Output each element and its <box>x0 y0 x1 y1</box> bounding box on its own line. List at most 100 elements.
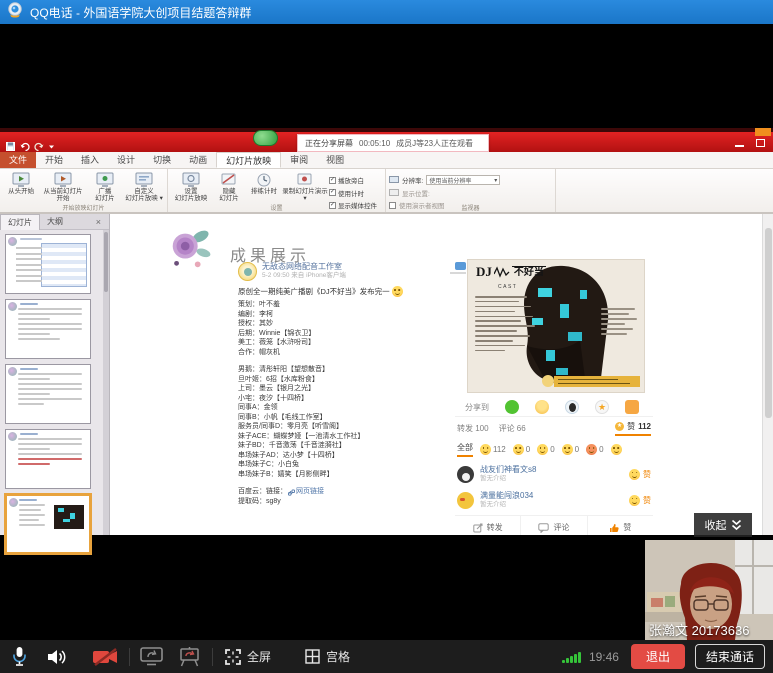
link-icon <box>288 489 295 496</box>
dj-poster-image[interactable]: DJ 不好当 CAST <box>468 260 644 392</box>
qat-dropdown-icon[interactable] <box>48 138 57 147</box>
camera-off-button[interactable] <box>92 647 119 667</box>
record-icon <box>296 172 314 187</box>
save-icon[interactable] <box>6 138 15 147</box>
tab-file[interactable]: 文件 <box>0 152 36 168</box>
slide-thumbnail[interactable] <box>5 429 91 489</box>
reaction-more[interactable] <box>611 444 622 455</box>
fullscreen-button[interactable]: 全屏 <box>225 648 271 665</box>
grid-view-button[interactable]: 宫格 <box>305 648 350 665</box>
wow-emoji-icon <box>537 444 548 455</box>
play-narration-checkbox[interactable]: ✓ 播放旁白 <box>329 175 377 185</box>
tab-design[interactable]: 设计 <box>108 152 144 168</box>
reaction-grin[interactable]: 0 <box>513 444 530 455</box>
exit-button[interactable]: 退出 <box>631 644 685 669</box>
liker-name: 满量能闯浪034 <box>480 491 533 501</box>
reaction-wow[interactable]: 0 <box>537 444 554 455</box>
comment-button[interactable]: 评论 <box>521 516 587 535</box>
from-beginning-button[interactable]: 从头开始 <box>3 172 39 195</box>
grid-icon <box>305 649 320 664</box>
like-button[interactable]: 赞 <box>588 516 653 535</box>
end-call-button[interactable]: 结束通话 <box>695 644 765 669</box>
maximize-button[interactable] <box>756 139 765 147</box>
panel-scrollbar[interactable] <box>103 230 109 535</box>
tab-insert[interactable]: 插入 <box>72 152 108 168</box>
dropdown-caret-icon: ▾ <box>303 195 306 202</box>
slide-thumbnail[interactable] <box>5 234 91 294</box>
tab-view[interactable]: 视图 <box>317 152 353 168</box>
tab-animations[interactable]: 动画 <box>180 152 216 168</box>
microphone-button[interactable] <box>12 646 27 667</box>
avatar <box>238 262 257 281</box>
slide-thumbnail-current[interactable] <box>5 494 91 554</box>
favorite-star-icon[interactable]: ★ <box>595 400 609 414</box>
broadcast-icon <box>95 172 115 187</box>
thumbs-up-icon <box>609 523 619 533</box>
panel-tabs: 幻灯片 大纲 × <box>0 214 109 230</box>
group-monitors: 分辨率: 使用当前分辨率 ▾ 显示位置: 使用演示者视图 <box>386 169 556 212</box>
reaction-smile[interactable]: 112 <box>480 444 506 455</box>
custom-show-icon <box>134 172 154 187</box>
record-slideshow-button[interactable]: 录制幻灯片演示 ▾ <box>282 172 328 202</box>
custom-slideshow-button[interactable]: 自定义 幻灯片放映 ▾ <box>124 172 164 202</box>
web-link[interactable]: 网页链接 <box>288 487 324 497</box>
use-timings-checkbox[interactable]: ✓ 使用计时 <box>329 188 377 198</box>
minimize-button[interactable] <box>735 145 744 147</box>
like-count-tab[interactable]: ★ 赞 112 <box>615 421 651 436</box>
comment-count[interactable]: 评论 66 <box>499 423 526 434</box>
credit-line: 服务员/同事D：零月亮【听雪阁】 <box>238 422 466 432</box>
toolbar-divider <box>129 648 130 666</box>
rehearse-timings-button[interactable]: 排练计时 <box>247 172 281 195</box>
redo-icon[interactable] <box>34 138 43 147</box>
outline-tab[interactable]: 大纲 <box>40 214 70 229</box>
reaction-sad[interactable]: 0 <box>562 444 579 455</box>
broadcast-slideshow-button[interactable]: 广播 幻灯片 <box>87 172 123 202</box>
tab-review[interactable]: 审阅 <box>281 152 317 168</box>
wechat-share-icon[interactable] <box>505 400 519 414</box>
slides-tab[interactable]: 幻灯片 <box>0 214 40 230</box>
close-panel-icon[interactable]: × <box>96 217 101 227</box>
repost-count[interactable]: 转发 100 <box>457 423 489 434</box>
tab-home[interactable]: 开始 <box>36 152 72 168</box>
reactions-all-tab[interactable]: 全部 <box>457 442 473 457</box>
qq-titlebar: QQ电话 - 外国语学院大创项目结题答辩群 <box>0 0 773 24</box>
flower-icon <box>8 367 17 376</box>
reaction-filter-row: 全部 112 0 0 0 0 <box>455 439 653 461</box>
slide-thumbnail[interactable] <box>5 299 91 359</box>
shared-screen-ppt: 正在分享屏幕 00:05:10 成员J等23人正在观看 文件 开始 插入 设计 … <box>0 128 773 535</box>
collapse-button[interactable]: 收起 <box>694 513 752 537</box>
post-client-badge <box>450 262 466 281</box>
liker-desc: 暂无介绍 <box>480 475 536 483</box>
liker-row[interactable]: 满量能闯浪034 暂无介绍 赞 <box>455 487 653 513</box>
qq-share-icon[interactable] <box>565 400 579 414</box>
qzone-share-icon[interactable] <box>535 400 549 414</box>
show-on-row: 显示位置: <box>389 188 500 198</box>
smiley-emoji-icon <box>480 444 491 455</box>
flower-icon <box>8 302 17 311</box>
repost-button[interactable]: 转发 <box>455 516 521 535</box>
smiley-emoji-icon <box>629 495 640 506</box>
tab-transitions[interactable]: 切换 <box>144 152 180 168</box>
from-current-slide-button[interactable]: 从当前幻灯片 开始 <box>40 172 85 202</box>
tab-slideshow[interactable]: 幻灯片放映 <box>216 152 281 168</box>
slide-thumbnail[interactable] <box>5 364 91 424</box>
slide-scrollbar[interactable] <box>762 214 773 535</box>
credit-line: 男鹅：清彤轩阳【望想散音】 <box>238 365 466 375</box>
webcam-video[interactable]: 张瀚文 20173636 <box>645 540 773 640</box>
screen-share-button[interactable] <box>140 647 163 666</box>
undo-icon[interactable] <box>20 138 29 147</box>
resolution-select[interactable]: 使用当前分辨率 ▾ <box>426 175 500 185</box>
liker-action: 赞 <box>629 495 651 506</box>
screen-share-icon <box>140 647 163 666</box>
checkbox-checked-icon: ✓ <box>329 189 336 196</box>
presentation-button[interactable] <box>179 647 200 667</box>
sharing-viewers: 成员J等23人正在观看 <box>396 138 473 149</box>
reaction-angry[interactable]: 0 <box>586 444 603 455</box>
share-to-label: 分享到 <box>465 402 489 413</box>
speaker-button[interactable] <box>47 648 68 666</box>
copy-link-icon[interactable] <box>625 400 639 414</box>
poster-cast-label: CAST <box>498 284 517 290</box>
hide-slide-button[interactable]: 隐藏 幻灯片 <box>212 172 246 202</box>
setup-slideshow-button[interactable]: 设置 幻灯片放映 <box>171 172 211 202</box>
liker-row[interactable]: 战友们神看文s8 暂无介绍 赞 <box>455 461 653 487</box>
